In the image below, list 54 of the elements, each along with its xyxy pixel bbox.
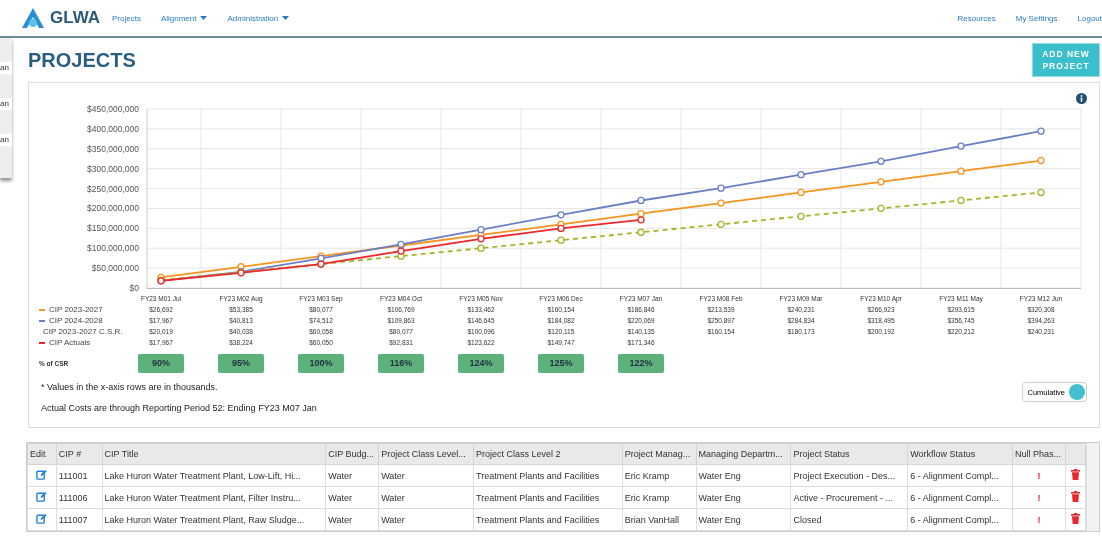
csr-badge: 125% [538, 353, 584, 373]
project-status: Project Execution - Des... [791, 464, 908, 487]
y-axis-label: $0 [129, 283, 139, 293]
class-level-2: Treatment Plants and Facilities [473, 464, 623, 487]
class-level-1: Water [378, 486, 474, 509]
cip-budget: Water [325, 486, 379, 509]
y-axis-label: $300,000,000 [87, 163, 139, 174]
csr-badge: 100% [298, 353, 344, 373]
project-status: Closed [791, 508, 908, 531]
project-manager: Eric Kramp [622, 464, 697, 487]
y-axis-label: $350,000,000 [87, 143, 139, 154]
workflow-status: 6 - Alignment Compl... [907, 486, 1013, 509]
project-manager: Brian VanHall [622, 508, 697, 531]
page-title: PROJECTS [28, 48, 136, 72]
csr-badge: 122% [618, 353, 664, 373]
cip-number: 111007 [56, 508, 103, 531]
background-text: an [0, 62, 12, 74]
class-level-1: Water [378, 508, 474, 531]
cip-number: 111001 [56, 464, 103, 487]
managing-department: Water Eng [696, 464, 791, 487]
y-axis-label: $200,000,000 [87, 203, 139, 214]
project-manager: Eric Kramp [622, 486, 697, 509]
y-axis-label: $50,000,000 [91, 263, 139, 274]
cip-title: Lake Huron Water Treatment Plant, Raw Sludge... [102, 508, 326, 531]
csr-badge: 124% [458, 353, 504, 373]
cip-budget: Water [325, 508, 379, 531]
class-level-2: Treatment Plants and Facilities [473, 486, 623, 509]
background-text: an [0, 98, 12, 110]
logo-text: GLWA [50, 8, 101, 28]
y-axis-label: $250,000,000 [87, 183, 139, 194]
cip-budget: Water [325, 464, 379, 487]
managing-department: Water Eng [696, 486, 791, 509]
csr-badge: 116% [378, 353, 424, 373]
null-phase-warning: ! [1012, 508, 1066, 531]
class-level-1: Water [378, 464, 474, 487]
managing-department: Water Eng [696, 508, 791, 531]
null-phase-warning: ! [1012, 464, 1066, 487]
y-axis-label: $400,000,000 [87, 123, 139, 134]
footnote: Actual Costs are through Reporting Period 52: Ending FY23 M07 Jan [41, 403, 317, 413]
workflow-status: 6 - Alignment Compl... [907, 508, 1013, 531]
project-status: Active - Procurement - ... [791, 486, 908, 509]
csr-badge: 90% [138, 353, 184, 373]
y-axis-label: $100,000,000 [87, 243, 139, 254]
cip-title: Lake Huron Water Treatment Plant, Low-Lift, Hi... [102, 464, 326, 487]
null-phase-warning: ! [1012, 486, 1066, 509]
y-axis-label: $150,000,000 [87, 223, 139, 234]
footnote: * Values in the x-axis rows are in thousands. [41, 382, 219, 392]
cip-title: Lake Huron Water Treatment Plant, Filter Instru... [102, 486, 326, 509]
cip-number: 111006 [56, 486, 103, 509]
workflow-status: 6 - Alignment Compl... [907, 464, 1013, 487]
csr-badge: 95% [218, 353, 264, 373]
y-axis-label: $450,000,000 [87, 104, 139, 114]
class-level-2: Treatment Plants and Facilities [473, 508, 623, 531]
background-text: an [0, 134, 12, 146]
